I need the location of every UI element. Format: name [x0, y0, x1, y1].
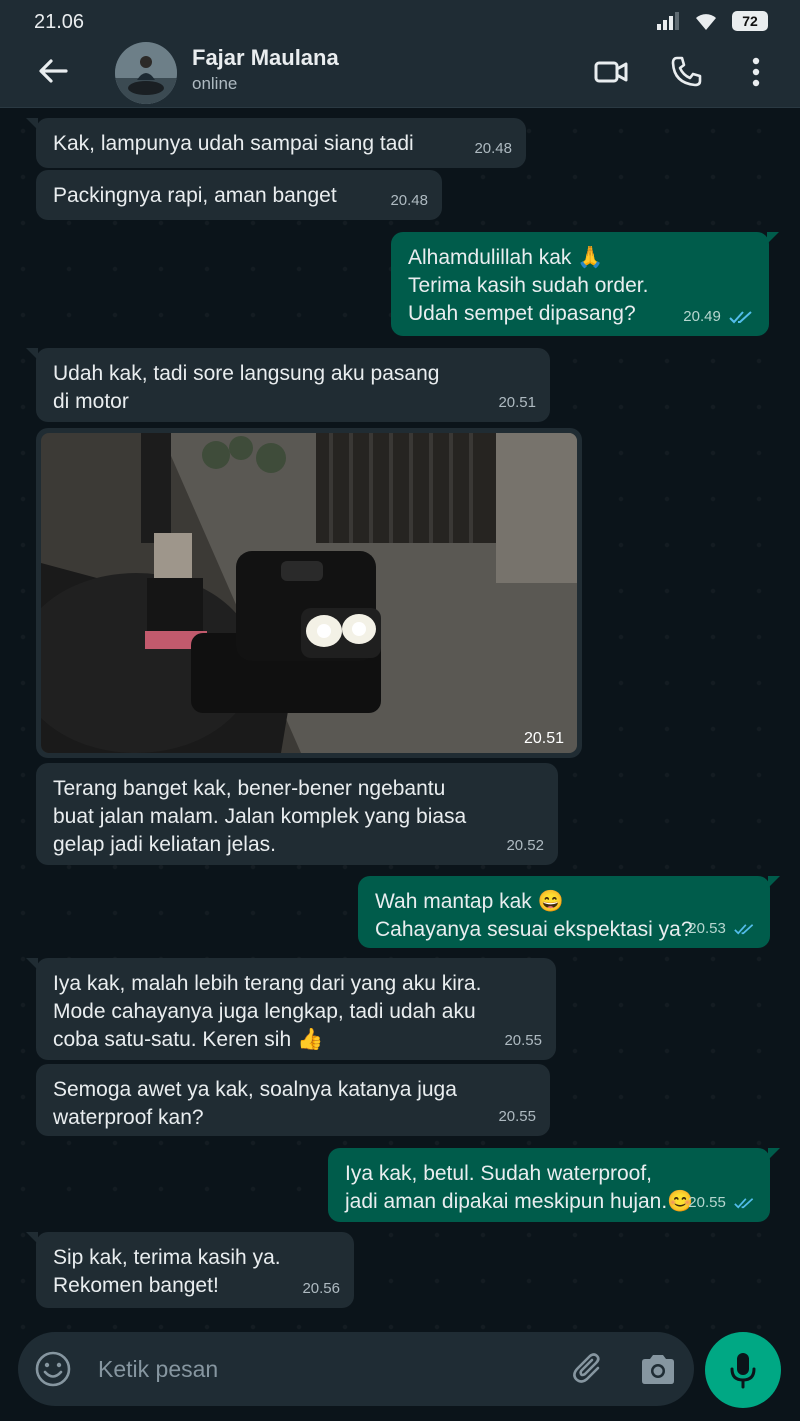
incoming-message[interactable]: Packingnya rapi, aman banget 20.48	[36, 170, 442, 220]
message-time: 20.49	[683, 308, 721, 325]
contact-status: online	[192, 74, 238, 93]
emoji-icon[interactable]	[34, 1350, 72, 1388]
outgoing-message[interactable]: Wah mantap kak 😄 Cahayanya sesuai ekspek…	[358, 876, 780, 948]
message-time: 20.52	[506, 837, 544, 854]
arrow-left-icon[interactable]	[36, 54, 70, 88]
microphone-icon	[730, 1353, 756, 1389]
message-composer	[18, 1332, 694, 1406]
paperclip-icon[interactable]	[570, 1350, 608, 1388]
double-check-icon	[729, 311, 752, 324]
message-time: 20.55	[498, 1108, 536, 1125]
incoming-message[interactable]: Sip kak, terima kasih ya. Rekomen banget…	[26, 1232, 354, 1308]
message-text: Wah mantap kak 😄 Cahayanya sesuai ekspek…	[375, 890, 693, 941]
message-time: 20.53	[688, 920, 726, 937]
message-text: Semoga awet ya kak, soalnya katanya juga…	[53, 1078, 457, 1129]
microphone-button[interactable]	[705, 1332, 781, 1408]
message-time: 20.48	[474, 140, 512, 157]
message-text: Iya kak, betul. Sudah waterproof, jadi a…	[345, 1162, 694, 1213]
message-text: Alhamdulillah kak 🙏 Terima kasih sudah o…	[408, 246, 649, 325]
message-time: 20.48	[390, 192, 428, 209]
message-text: Terang banget kak, bener-bener ngebantu …	[53, 777, 467, 856]
message-time: 20.55	[688, 1194, 726, 1211]
status-time: 21.06	[34, 11, 85, 33]
status-icons: 72	[656, 11, 768, 31]
signal-icon	[657, 12, 679, 30]
message-text: Kak, lampunya udah sampai siang tadi	[53, 132, 414, 155]
wifi-icon	[696, 14, 716, 30]
incoming-message[interactable]: Udah kak, tadi sore langsung aku pasang …	[26, 348, 550, 422]
double-check-icon	[734, 1198, 754, 1209]
message-text: Sip kak, terima kasih ya. Rekomen banget…	[53, 1246, 281, 1297]
double-check-icon	[734, 924, 754, 935]
battery-indicator: 72	[732, 11, 768, 31]
chat-header: Fajar Maulana online	[0, 40, 800, 108]
message-time: 20.55	[504, 1032, 542, 1049]
message-input[interactable]	[98, 1346, 538, 1392]
message-time-group: 20.55	[688, 1189, 756, 1217]
incoming-message[interactable]: Kak, lampunya udah sampai siang tadi 20.…	[26, 118, 526, 168]
photo-bike-light[interactable]	[41, 433, 577, 753]
message-text: Iya kak, malah lebih terang dari yang ak…	[53, 972, 482, 1051]
incoming-message[interactable]: Iya kak, malah lebih terang dari yang ak…	[26, 958, 556, 1060]
more-vertical-icon[interactable]	[738, 54, 774, 90]
message-time-group: 20.53	[688, 915, 756, 943]
message-time-group: 20.49	[683, 303, 755, 331]
message-time: 20.51	[498, 394, 536, 411]
video-call-icon[interactable]	[593, 54, 629, 90]
image-message[interactable]: 20.51	[36, 428, 582, 758]
message-text: Udah kak, tadi sore langsung aku pasang …	[53, 362, 440, 413]
phone-icon[interactable]	[668, 54, 704, 90]
incoming-message[interactable]: Semoga awet ya kak, soalnya katanya juga…	[36, 1064, 550, 1136]
chat-area[interactable]: Kak, lampunya udah sampai siang tadi 20.…	[0, 108, 800, 1330]
contact-name[interactable]: Fajar Maulana	[192, 45, 339, 71]
camera-icon[interactable]	[638, 1350, 678, 1388]
contact-avatar[interactable]	[115, 42, 177, 104]
message-text: Packingnya rapi, aman banget	[53, 184, 337, 207]
message-time: 20.51	[523, 730, 564, 747]
outgoing-message[interactable]: Alhamdulillah kak 🙏 Terima kasih sudah o…	[391, 232, 779, 336]
message-time: 20.56	[302, 1280, 340, 1297]
incoming-message[interactable]: Terang banget kak, bener-bener ngebantu …	[36, 763, 558, 865]
status-bar: 21.06 72	[0, 0, 800, 40]
outgoing-message[interactable]: Iya kak, betul. Sudah waterproof, jadi a…	[328, 1148, 780, 1222]
